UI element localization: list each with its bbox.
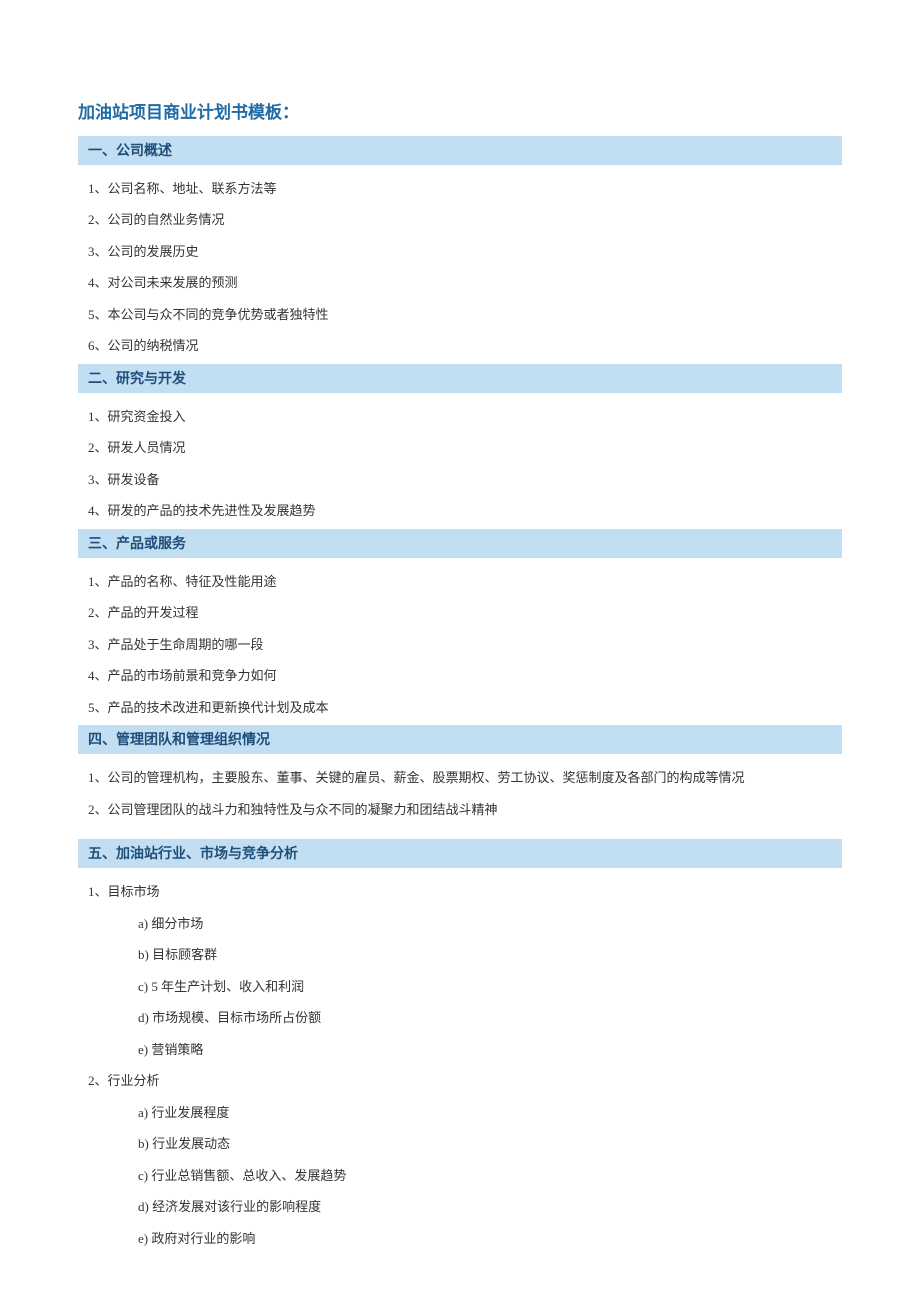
document-title: 加油站项目商业计划书模板： [78,100,842,126]
sub-item: b) 行业发展动态 [78,1128,842,1160]
sub-item: c) 5 年生产计划、收入和利润 [78,971,842,1003]
list-item: 5、产品的技术改进和更新换代计划及成本 [78,692,842,724]
sub-item: b) 目标顾客群 [78,939,842,971]
sub-item: c) 行业总销售额、总收入、发展趋势 [78,1160,842,1192]
sub-item: d) 市场规模、目标市场所占份额 [78,1002,842,1034]
section-3: 三、产品或服务 1、产品的名称、特征及性能用途 2、产品的开发过程 3、产品处于… [78,529,842,724]
section-header-4: 四、管理团队和管理组织情况 [78,725,842,754]
group-label: 2、行业分析 [78,1065,842,1097]
list-item: 2、产品的开发过程 [78,597,842,629]
section-header-3: 三、产品或服务 [78,529,842,558]
sub-item: d) 经济发展对该行业的影响程度 [78,1191,842,1223]
list-item: 2、研发人员情况 [78,432,842,464]
list-item: 3、研发设备 [78,464,842,496]
list-item: 3、产品处于生命周期的哪一段 [78,629,842,661]
sub-item: e) 营销策略 [78,1034,842,1066]
section-header-2: 二、研究与开发 [78,364,842,393]
section-1: 一、公司概述 1、公司名称、地址、联系方法等 2、公司的自然业务情况 3、公司的… [78,136,842,362]
list-item: 6、公司的纳税情况 [78,330,842,362]
section-header-5: 五、加油站行业、市场与竞争分析 [78,839,842,868]
sub-item: a) 行业发展程度 [78,1097,842,1129]
group-label: 1、目标市场 [78,876,842,908]
list-item: 2、公司的自然业务情况 [78,204,842,236]
list-item: 1、公司的管理机构，主要股东、董事、关键的雇员、薪金、股票期权、劳工协议、奖惩制… [78,762,842,794]
list-item: 4、产品的市场前景和竞争力如何 [78,660,842,692]
sub-item: e) 政府对行业的影响 [78,1223,842,1255]
section-4: 四、管理团队和管理组织情况 1、公司的管理机构，主要股东、董事、关键的雇员、薪金… [78,725,842,825]
section-header-1: 一、公司概述 [78,136,842,165]
section-2: 二、研究与开发 1、研究资金投入 2、研发人员情况 3、研发设备 4、研发的产品… [78,364,842,527]
sub-item: a) 细分市场 [78,908,842,940]
list-item: 2、公司管理团队的战斗力和独特性及与众不同的凝聚力和团结战斗精神 [78,794,842,826]
list-item: 5、本公司与众不同的竞争优势或者独特性 [78,299,842,331]
list-item: 1、公司名称、地址、联系方法等 [78,173,842,205]
list-item: 1、产品的名称、特征及性能用途 [78,566,842,598]
list-item: 4、研发的产品的技术先进性及发展趋势 [78,495,842,527]
spacer [78,825,842,837]
section-5: 五、加油站行业、市场与竞争分析 1、目标市场 a) 细分市场 b) 目标顾客群 … [78,839,842,1254]
list-item: 3、公司的发展历史 [78,236,842,268]
list-item: 4、对公司未来发展的预测 [78,267,842,299]
list-item: 1、研究资金投入 [78,401,842,433]
